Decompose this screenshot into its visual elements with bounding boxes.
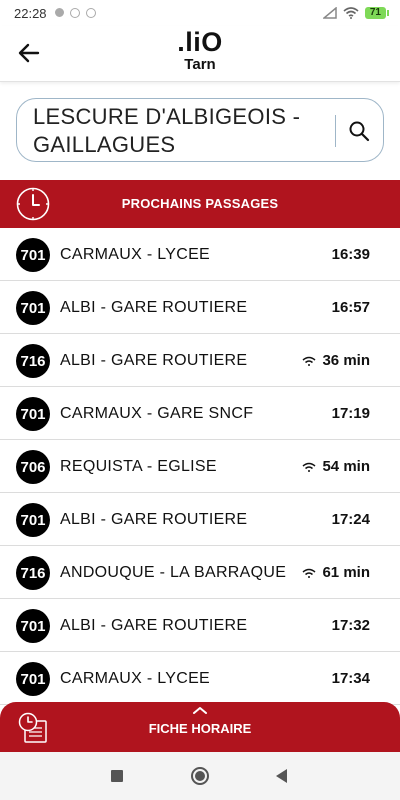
back-triangle-icon[interactable] xyxy=(276,769,287,783)
signal-icon xyxy=(322,7,337,19)
departure-row[interactable]: 716 ANDOUQUE - LA BARRAQUE 61 min xyxy=(0,546,400,599)
realtime-icon xyxy=(302,462,316,472)
logo-main: .liO xyxy=(177,27,223,57)
departure-time: 16:57 xyxy=(332,281,370,334)
home-icon[interactable] xyxy=(191,767,209,785)
time-value: 16:57 xyxy=(331,299,370,316)
recents-icon[interactable] xyxy=(111,770,123,782)
stop-name[interactable]: LESCURE D'ALBIGEOIS - GAILLAGUES xyxy=(33,103,333,159)
time-value: 17:32 xyxy=(331,617,370,634)
departure-time: 16:39 xyxy=(332,228,370,281)
departure-time: 17:32 xyxy=(332,599,370,652)
fiche-horaire-bar[interactable]: FICHE HORAIRE xyxy=(0,702,400,752)
status-bar: 22:28 71 xyxy=(0,0,400,26)
departures-list: 701 CARMAUX - LYCEE 16:39 701 ALBI - GARE RO… xyxy=(0,228,400,705)
destination-label: ANDOUQUE - LA BARRAQUE xyxy=(60,564,287,581)
time-value: 36 min xyxy=(322,352,370,369)
departure-row[interactable]: 701 ALBI - GARE ROUTIERE 16:57 xyxy=(0,281,400,334)
system-nav-bar xyxy=(0,752,400,800)
line-badge: 701 xyxy=(16,291,50,325)
departure-row[interactable]: 701 CARMAUX - GARE SNCF 17:19 xyxy=(0,387,400,440)
time-value: 17:24 xyxy=(331,511,370,528)
realtime-icon xyxy=(302,356,316,366)
destination-label: CARMAUX - LYCEE xyxy=(60,246,211,263)
app-logo: .liO Tarn xyxy=(0,28,400,74)
search-icon[interactable] xyxy=(347,119,371,143)
notification-icon xyxy=(54,8,64,17)
notification-icon xyxy=(85,8,96,18)
line-badge: 716 xyxy=(16,556,50,590)
line-badge: 701 xyxy=(16,609,50,643)
destination-label: ALBI - GARE ROUTIERE xyxy=(60,511,248,528)
departure-time: 17:24 xyxy=(332,493,370,546)
destination-label: CARMAUX - GARE SNCF xyxy=(60,405,254,422)
departure-row[interactable]: 701 ALBI - GARE ROUTIERE 17:24 xyxy=(0,493,400,546)
departure-time: 17:34 xyxy=(332,652,370,705)
notification-icon xyxy=(69,8,80,18)
departure-row[interactable]: 701 CARMAUX - LYCEE 16:39 xyxy=(0,228,400,281)
departure-row[interactable]: 716 ALBI - GARE ROUTIERE 36 min xyxy=(0,334,400,387)
logo-sub: Tarn xyxy=(184,56,216,73)
status-time: 22:28 xyxy=(14,5,47,21)
time-value: 17:19 xyxy=(331,405,370,422)
time-value: 54 min xyxy=(322,458,370,475)
destination-label: CARMAUX - LYCEE xyxy=(60,670,211,687)
departure-time: 54 min xyxy=(302,440,370,493)
departure-time: 17:19 xyxy=(332,387,370,440)
destination-label: ALBI - GARE ROUTIERE xyxy=(60,617,248,634)
departure-time: 36 min xyxy=(302,334,370,387)
battery-icon: 71 xyxy=(364,7,390,19)
chevron-up-icon[interactable] xyxy=(192,706,208,714)
wifi-icon xyxy=(343,7,359,19)
line-badge: 701 xyxy=(16,238,50,272)
app-bar: .liO Tarn xyxy=(0,26,400,82)
destination-label: ALBI - GARE ROUTIERE xyxy=(60,352,248,369)
realtime-icon xyxy=(302,568,316,578)
notification-icons xyxy=(54,8,96,18)
line-badge: 716 xyxy=(16,344,50,378)
line-badge: 706 xyxy=(16,450,50,484)
departures-header: PROCHAINS PASSAGES xyxy=(0,180,400,228)
line-badge: 701 xyxy=(16,397,50,431)
departure-row[interactable]: 701 ALBI - GARE ROUTIERE 17:32 xyxy=(0,599,400,652)
departure-row[interactable]: 706 REQUISTA - EGLISE 54 min xyxy=(0,440,400,493)
status-right: 71 xyxy=(322,7,390,19)
time-value: 61 min xyxy=(322,564,370,581)
departures-title: PROCHAINS PASSAGES xyxy=(121,196,279,211)
line-badge: 701 xyxy=(16,503,50,537)
line-badge: 701 xyxy=(16,662,50,696)
departure-time: 61 min xyxy=(302,546,370,599)
stop-search-field[interactable]: LESCURE D'ALBIGEOIS - GAILLAGUES xyxy=(16,98,384,162)
time-value: 17:34 xyxy=(331,670,370,687)
destination-label: ALBI - GARE ROUTIERE xyxy=(60,299,248,316)
search-divider xyxy=(335,115,336,147)
fiche-horaire-title[interactable]: FICHE HORAIRE xyxy=(0,714,400,744)
departure-row[interactable]: 701 CARMAUX - LYCEE 17:34 xyxy=(0,652,400,705)
time-value: 16:39 xyxy=(331,246,370,263)
destination-label: REQUISTA - EGLISE xyxy=(60,458,217,475)
